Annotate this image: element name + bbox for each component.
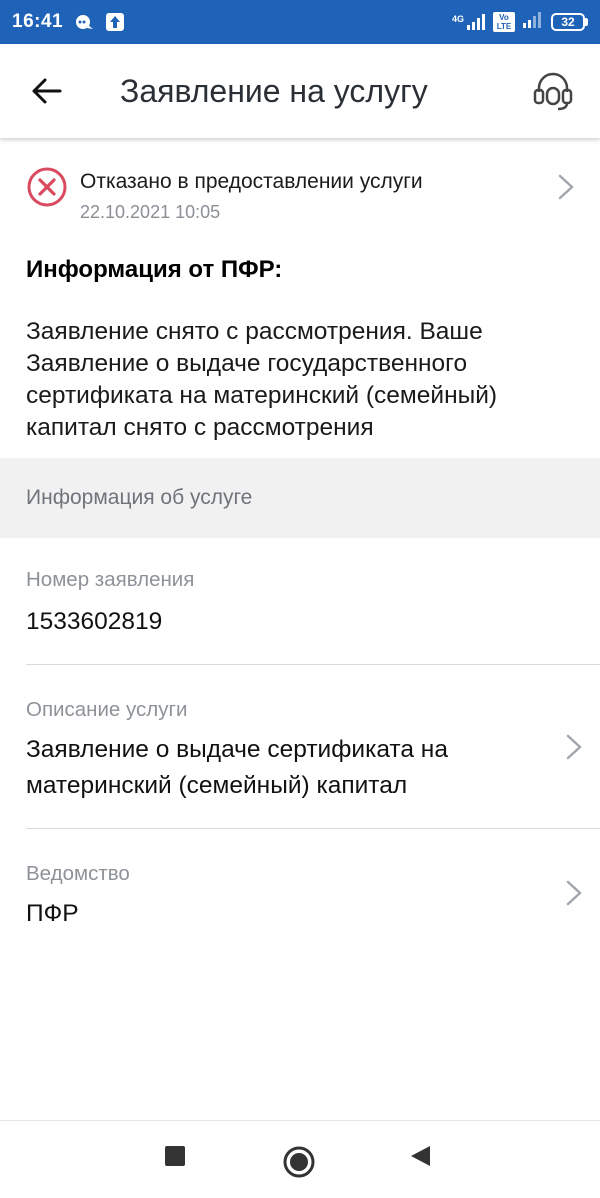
battery-level: 32 — [551, 13, 585, 31]
network-4g-icon: 4G — [452, 14, 485, 30]
volte-icon: Vo LTE — [493, 12, 515, 32]
arrow-left-icon — [32, 78, 62, 104]
field-value: 1533602819 — [26, 608, 163, 635]
triangle-back-icon — [411, 1146, 430, 1166]
chat-notification-icon — [73, 13, 95, 31]
field-label: Ведомство — [26, 862, 130, 885]
application-status[interactable]: Отказано в предоставлении услуги 22.10.2… — [0, 160, 600, 230]
headset-icon — [533, 72, 573, 111]
field-value: Заявление о выдаче сертификата на матери… — [26, 736, 448, 799]
section-title: Информация об услуге — [26, 486, 253, 509]
department-field[interactable]: Ведомство ПФР — [0, 830, 600, 950]
info-text: Заявление снято с рассмотрения. Ваше Зая… — [26, 318, 498, 441]
application-number-field: Номер заявления 1533602819 — [0, 538, 600, 666]
error-circle-icon — [27, 167, 67, 207]
status-title: Отказано в предоставлении услуги — [80, 170, 423, 193]
back-button[interactable] — [0, 44, 94, 138]
service-description-field[interactable]: Описание услуги Заявление о выдаче серти… — [0, 666, 600, 830]
home-button[interactable] — [282, 1145, 316, 1179]
divider — [26, 664, 600, 665]
app-bar: Заявление на услугу — [0, 44, 600, 138]
field-label: Описание услуги — [26, 698, 188, 721]
signal-icon — [523, 11, 543, 33]
service-info-header: Информация об услуге — [0, 458, 600, 538]
upload-notification-icon — [105, 12, 125, 32]
volte-label: Vo LTE — [493, 12, 515, 32]
recents-button[interactable] — [162, 1143, 188, 1169]
field-value: ПФР — [26, 900, 79, 927]
support-button[interactable] — [506, 44, 600, 138]
field-label: Номер заявления — [26, 568, 195, 591]
back-nav-button[interactable] — [406, 1143, 434, 1169]
chevron-right-icon — [558, 174, 574, 200]
chevron-right-icon — [566, 734, 582, 760]
circle-icon — [283, 1146, 315, 1178]
chevron-right-icon — [566, 880, 582, 906]
network-label: 4G — [451, 14, 464, 24]
status-date: 22.10.2021 10:05 — [80, 202, 221, 222]
divider — [26, 828, 600, 829]
square-icon — [165, 1146, 185, 1166]
info-heading: Информация от ПФР: — [26, 256, 283, 283]
page-title: Заявление на услугу — [120, 72, 428, 109]
battery-icon: 32 — [551, 13, 588, 31]
status-bar: 16:41 4G Vo LTE 32 — [0, 0, 600, 44]
system-nav-bar — [0, 1120, 600, 1198]
status-time: 16:41 — [12, 11, 64, 32]
